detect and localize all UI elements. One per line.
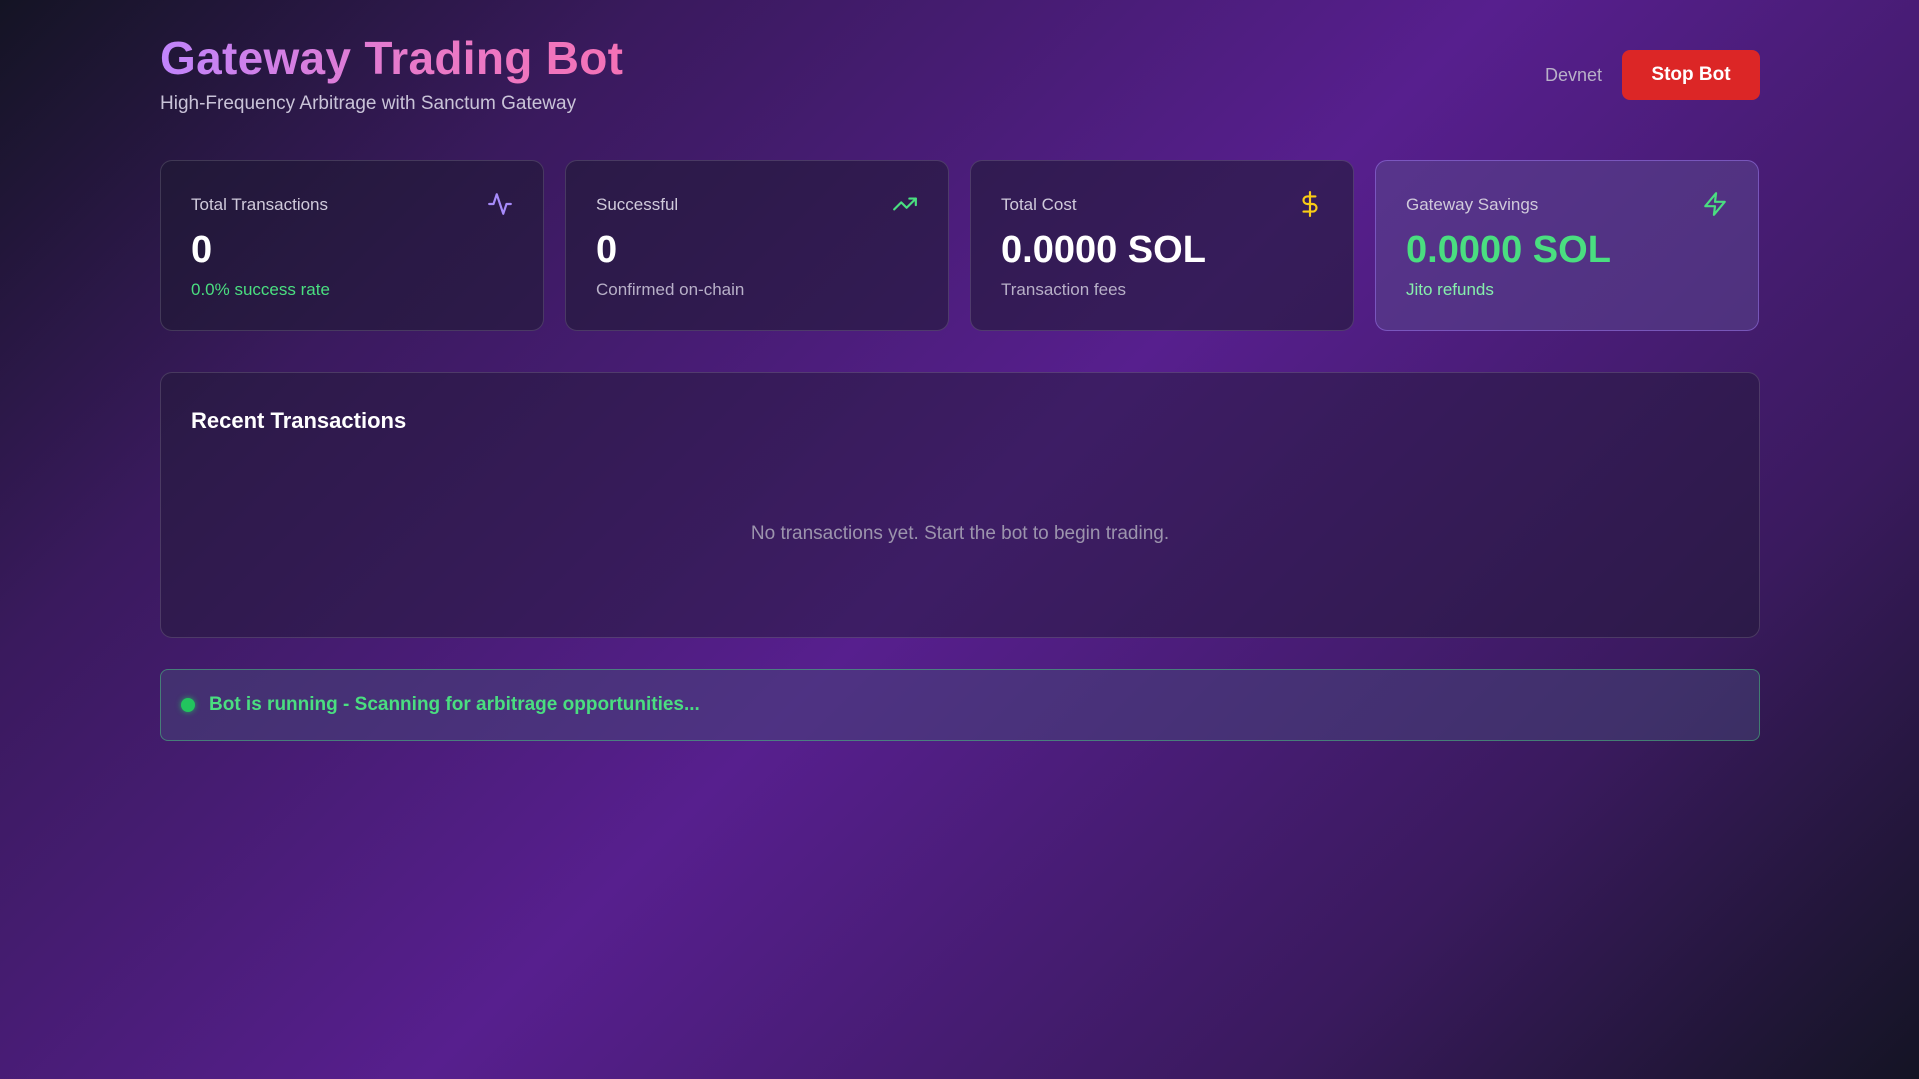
- stat-card-successful: Successful 0 Confirmed on-chain: [565, 160, 949, 331]
- stats-cards: Total Transactions 0 0.0% success rate S…: [160, 160, 1760, 331]
- stat-value: 0.0000 SOL: [1406, 229, 1611, 271]
- stat-card-total-transactions: Total Transactions 0 0.0% success rate: [160, 160, 544, 331]
- stat-label: Total Cost: [1001, 195, 1077, 214]
- lightning-icon: [1704, 192, 1726, 216]
- recent-transactions-panel: Recent Transactions No transactions yet.…: [160, 372, 1760, 638]
- stat-label: Successful: [596, 195, 679, 214]
- stat-value: 0.0000 SOL: [1001, 229, 1206, 271]
- page-title: Gateway Trading Bot: [160, 32, 624, 84]
- stat-value: 0: [191, 229, 213, 271]
- stat-card-gateway-savings: Gateway Savings 0.0000 SOL Jito refunds: [1375, 160, 1759, 331]
- stat-sub: Jito refunds: [1406, 280, 1494, 299]
- stat-card-total-cost: Total Cost 0.0000 SOL Transaction fees: [970, 160, 1354, 331]
- dollar-icon: [1302, 191, 1318, 217]
- section-title: Recent Transactions: [191, 408, 407, 433]
- stat-value: 0: [596, 229, 618, 271]
- page-subtitle: High-Frequency Arbitrage with Sanctum Ga…: [160, 93, 577, 114]
- status-bar: Bot is running - Scanning for arbitrage …: [160, 669, 1760, 741]
- header: Gateway Trading Bot High-Frequency Arbit…: [160, 0, 1760, 150]
- empty-state-message: No transactions yet. Start the bot to be…: [750, 523, 1170, 544]
- stat-label: Gateway Savings: [1406, 195, 1539, 214]
- stat-sub: 0.0% success rate: [191, 280, 330, 299]
- dashboard: Gateway Trading Bot High-Frequency Arbit…: [160, 0, 1760, 741]
- network-label: Devnet: [1544, 64, 1602, 85]
- trending-up-icon: [893, 197, 917, 211]
- status-indicator-dot: [181, 698, 195, 712]
- stat-label: Total Transactions: [191, 195, 329, 214]
- stat-sub: Confirmed on-chain: [596, 280, 745, 299]
- header-actions: Devnet Stop Bot: [1545, 50, 1760, 100]
- stop-bot-button[interactable]: Stop Bot: [1622, 50, 1760, 100]
- stat-sub: Transaction fees: [1001, 280, 1127, 299]
- activity-icon: [488, 193, 512, 215]
- status-message: Bot is running - Scanning for arbitrage …: [209, 694, 700, 715]
